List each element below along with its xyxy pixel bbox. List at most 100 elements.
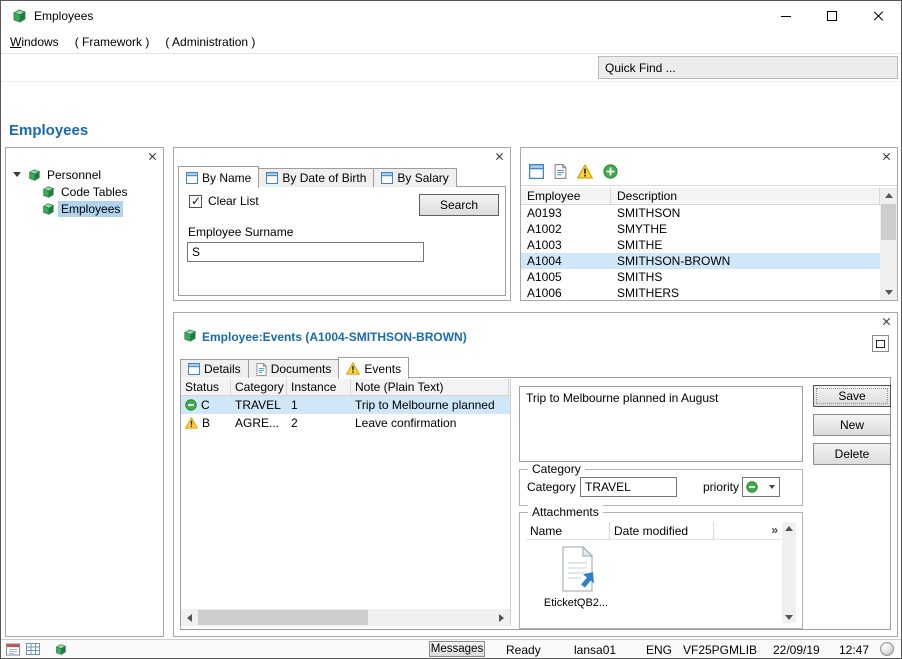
events-tab-page: Status Category Instance Note (Plain Tex… <box>180 377 891 630</box>
maximize-icon <box>827 11 837 21</box>
column-header-status[interactable]: Status <box>181 379 231 395</box>
attachment-item[interactable]: EticketQB2... <box>542 546 610 609</box>
clear-list-checkbox[interactable] <box>189 195 202 208</box>
scroll-up-icon[interactable] <box>880 188 897 203</box>
table-row[interactable]: A1005 SMITHS <box>521 269 880 285</box>
tab-by-date-of-birth[interactable]: By Date of Birth <box>258 168 374 187</box>
header-overflow-chevron[interactable]: » <box>771 523 778 537</box>
scroll-right-icon[interactable] <box>493 609 510 626</box>
attachment-file-name: EticketQB2... <box>542 597 610 609</box>
scroll-down-icon[interactable] <box>782 611 796 623</box>
table-row[interactable]: A0193 SMITHSON <box>521 205 880 221</box>
scroll-left-icon[interactable] <box>181 609 198 626</box>
panel-close-icon[interactable] <box>882 317 891 326</box>
vertical-scrollbar[interactable] <box>880 188 897 300</box>
scrollbar-thumb[interactable] <box>881 204 896 240</box>
tree-item-label-selected: Employees <box>58 201 123 217</box>
clear-list-option[interactable]: Clear List <box>189 194 259 208</box>
calendar-icon[interactable] <box>6 642 20 656</box>
priority-label: priority <box>703 480 739 494</box>
attachments-scrollbar[interactable] <box>782 522 796 623</box>
tree-item-personnel[interactable]: Personnel <box>6 166 163 183</box>
menu-administration[interactable]: ( Administration ) <box>157 31 263 53</box>
menu-windows[interactable]: Windows <box>10 31 67 53</box>
tab-events[interactable]: Events <box>338 357 409 379</box>
delete-button[interactable]: Delete <box>813 443 891 465</box>
events-grid: Status Category Instance Note (Plain Tex… <box>181 379 511 626</box>
column-header-employee[interactable]: Employee <box>521 188 611 204</box>
document-icon[interactable] <box>554 164 567 179</box>
employee-grid-header: Employee Description <box>521 188 880 205</box>
table-row[interactable]: A1003 SMITHE <box>521 237 880 253</box>
scroll-down-icon[interactable] <box>880 285 897 300</box>
category-input[interactable] <box>580 477 677 497</box>
event-row[interactable]: B AGRE... 2 Leave confirmation <box>181 414 510 432</box>
column-header-date-modified[interactable]: Date modified <box>610 522 714 539</box>
events-grid-header: Status Category Instance Note (Plain Tex… <box>181 379 510 396</box>
tab-by-salary[interactable]: By Salary <box>373 168 456 187</box>
attachments-list: Name Date modified » EticketQB2... <box>526 522 796 623</box>
green-cube-icon <box>182 328 197 343</box>
add-icon[interactable] <box>603 164 618 179</box>
file-icon <box>556 546 596 592</box>
quick-find-input[interactable]: Quick Find ... <box>598 56 898 79</box>
details-view-icon[interactable] <box>529 164 544 179</box>
status-bar: Messages Ready lansa01 ENG VF25PGMLIB 22… <box>1 639 901 658</box>
employee-list-panel: Employee Description A0193 SMITHSON A100… <box>520 147 898 301</box>
attachments-group-legend: Attachments <box>528 505 603 519</box>
priority-dropdown[interactable] <box>742 477 780 497</box>
column-header-category[interactable]: Category <box>231 379 287 395</box>
navigation-panel: Personnel Code Tables Employees <box>5 147 164 637</box>
table-row[interactable]: A1002 SMYTHE <box>521 221 880 237</box>
column-header-description[interactable]: Description <box>611 188 880 204</box>
title-bar: Employees <box>1 1 901 31</box>
messages-button[interactable]: Messages <box>429 641 485 657</box>
close-icon <box>872 10 884 22</box>
tree-item-employees[interactable]: Employees <box>6 200 163 217</box>
tree-expander-icon[interactable] <box>13 172 21 177</box>
tab-by-name[interactable]: By Name <box>178 166 259 188</box>
surname-label: Employee Surname <box>188 225 293 239</box>
window-title: Employees <box>34 9 93 23</box>
menu-framework[interactable]: ( Framework ) <box>67 31 158 53</box>
scrollbar-thumb[interactable] <box>198 610 368 625</box>
table-row[interactable]: A1006 SMITHERS <box>521 285 880 301</box>
search-panel: By Name By Date of Birth By Salary Clear… <box>173 147 511 301</box>
green-cube-icon <box>41 185 55 199</box>
status-state: Ready <box>506 643 541 657</box>
form-icon <box>188 363 200 375</box>
events-tabstrip: Details Documents Events <box>180 356 408 378</box>
form-icon <box>266 172 278 184</box>
green-cube-icon[interactable] <box>54 643 67 656</box>
event-row-selected[interactable]: C TRAVEL 1 Trip to Melbourne planned <box>181 396 510 414</box>
close-button[interactable] <box>855 1 901 31</box>
green-cube-icon <box>27 168 41 182</box>
warning-icon <box>346 362 360 375</box>
surname-input[interactable] <box>187 242 424 262</box>
grid-view-icon[interactable] <box>26 642 40 656</box>
column-header-instance[interactable]: Instance <box>287 379 351 395</box>
column-header-name[interactable]: Name <box>526 522 610 539</box>
minimize-button[interactable] <box>763 1 809 31</box>
tab-details[interactable]: Details <box>180 359 249 378</box>
event-note-text[interactable]: Trip to Melbourne planned in August <box>519 386 803 462</box>
column-header-note[interactable]: Note (Plain Text) <box>351 379 509 395</box>
search-button[interactable]: Search <box>419 194 499 216</box>
restore-icon <box>876 340 885 348</box>
warning-icon[interactable] <box>577 164 593 179</box>
status-user: lansa01 <box>574 643 616 657</box>
panel-close-icon[interactable] <box>495 152 504 161</box>
panel-close-icon[interactable] <box>148 152 157 161</box>
attachments-groupbox: Attachments Name Date modified » Eticket… <box>519 512 803 629</box>
scroll-up-icon[interactable] <box>782 522 796 534</box>
tree-item-code-tables[interactable]: Code Tables <box>6 183 163 200</box>
restore-button[interactable] <box>872 335 889 352</box>
horizontal-scrollbar[interactable] <box>181 609 510 626</box>
events-panel-title: Employee:Events (A1004-SMITHSON-BROWN) <box>202 330 467 344</box>
maximize-button[interactable] <box>809 1 855 31</box>
table-row-selected[interactable]: A1004 SMITHSON-BROWN <box>521 253 880 269</box>
tab-documents[interactable]: Documents <box>248 359 340 378</box>
save-button[interactable]: Save <box>813 385 891 407</box>
new-button[interactable]: New <box>813 414 891 436</box>
main-toolbar: Quick Find ... <box>1 54 901 82</box>
